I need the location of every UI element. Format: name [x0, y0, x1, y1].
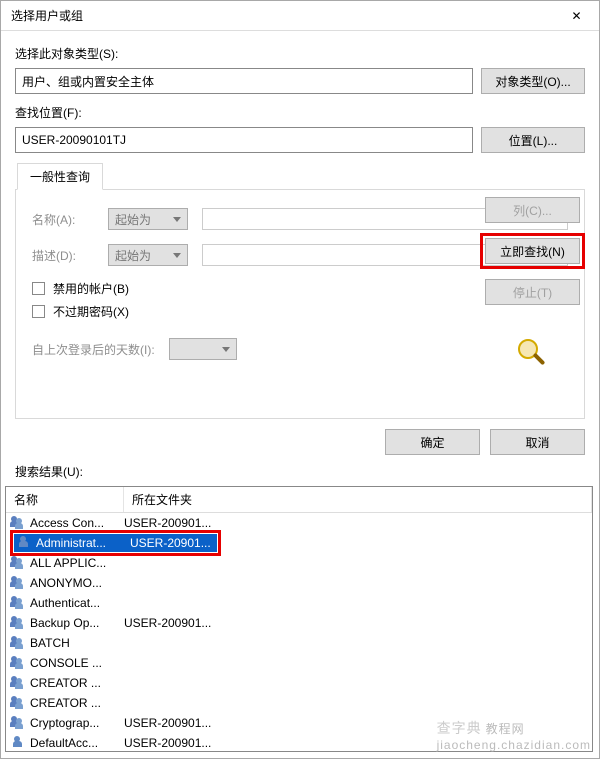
- object-type-input[interactable]: [15, 68, 473, 94]
- result-name: ALL APPLIC...: [30, 556, 124, 570]
- result-name: Backup Op...: [30, 616, 124, 630]
- side-buttons: 列(C)... 立即查找(N) 停止(T): [480, 197, 585, 367]
- list-item[interactable]: Cryptograp...USER-200901...: [6, 713, 592, 733]
- window-title: 选择用户或组: [11, 7, 554, 24]
- location-input[interactable]: [15, 127, 473, 153]
- checkbox-icon: [32, 282, 45, 295]
- group-icon: [10, 516, 26, 530]
- col-header-name[interactable]: 名称: [6, 487, 124, 512]
- result-name: CREATOR ...: [30, 676, 124, 690]
- non-expiring-label: 不过期密码(X): [53, 303, 129, 320]
- locations-button[interactable]: 位置(L)...: [481, 127, 585, 153]
- disabled-accounts-label: 禁用的帐户(B): [53, 280, 129, 297]
- group-icon: [10, 576, 26, 590]
- list-item[interactable]: DefaultAcc...USER-200901...: [6, 733, 592, 752]
- result-name: ANONYMO...: [30, 576, 124, 590]
- list-item[interactable]: ALL APPLIC...: [6, 553, 592, 573]
- object-types-button[interactable]: 对象类型(O)...: [481, 68, 585, 94]
- result-name: DefaultAcc...: [30, 736, 124, 750]
- group-icon: [10, 636, 26, 650]
- result-name: BATCH: [30, 636, 124, 650]
- result-name: Authenticat...: [30, 596, 124, 610]
- results-header: 名称 所在文件夹: [6, 487, 592, 513]
- list-item[interactable]: Administrat...USER-20901...: [6, 533, 592, 553]
- group-icon: [10, 716, 26, 730]
- result-name: Cryptograp...: [30, 716, 124, 730]
- name-filter-label: 名称(A):: [32, 211, 94, 228]
- name-mode-select[interactable]: 起始为: [108, 208, 188, 230]
- stop-button[interactable]: 停止(T): [485, 279, 580, 305]
- result-name: Access Con...: [30, 516, 124, 530]
- desc-mode-select[interactable]: 起始为: [108, 244, 188, 266]
- chevron-down-icon: [173, 253, 181, 258]
- group-icon: [10, 656, 26, 670]
- result-folder: USER-200901...: [124, 716, 592, 730]
- col-header-folder[interactable]: 所在文件夹: [124, 487, 592, 512]
- location-label: 查找位置(F):: [15, 104, 585, 121]
- desc-filter-label: 描述(D):: [32, 247, 94, 264]
- chevron-down-icon: [222, 347, 230, 352]
- list-item[interactable]: Authenticat...: [6, 593, 592, 613]
- results-body[interactable]: Access Con...USER-200901...Administrat..…: [6, 513, 592, 752]
- group-icon: [10, 696, 26, 710]
- list-item[interactable]: CREATOR ...: [6, 693, 592, 713]
- list-item[interactable]: Backup Op...USER-200901...: [6, 613, 592, 633]
- location-row: 位置(L)...: [15, 127, 585, 153]
- result-name: Administrat...: [36, 536, 130, 550]
- dialog-button-row: 确定 取消: [1, 419, 599, 461]
- ok-button[interactable]: 确定: [385, 429, 480, 455]
- result-folder: USER-200901...: [124, 736, 592, 750]
- user-icon: [10, 736, 26, 750]
- list-item[interactable]: CONSOLE ...: [6, 653, 592, 673]
- object-type-label: 选择此对象类型(S):: [15, 45, 585, 62]
- tab-common-queries[interactable]: 一般性查询: [17, 163, 103, 190]
- result-name: CREATOR ...: [30, 696, 124, 710]
- user-icon: [16, 536, 32, 550]
- name-mode-value: 起始为: [115, 211, 151, 228]
- result-folder: USER-20901...: [130, 536, 217, 550]
- group-icon: [10, 676, 26, 690]
- result-name: CONSOLE ...: [30, 656, 124, 670]
- result-folder: USER-200901...: [124, 516, 592, 530]
- group-icon: [10, 616, 26, 630]
- dialog-window: 选择用户或组 ✕ 选择此对象类型(S): 对象类型(O)... 查找位置(F):…: [0, 0, 600, 759]
- find-now-highlight: 立即查找(N): [480, 233, 585, 269]
- columns-button[interactable]: 列(C)...: [485, 197, 580, 223]
- cancel-button[interactable]: 取消: [490, 429, 585, 455]
- result-folder: USER-200901...: [124, 616, 592, 630]
- chevron-down-icon: [173, 217, 181, 222]
- search-results-label: 搜索结果(U):: [1, 461, 599, 486]
- object-type-row: 对象类型(O)...: [15, 68, 585, 94]
- selection-highlight: Administrat...USER-20901...: [10, 530, 221, 556]
- close-button[interactable]: ✕: [554, 1, 599, 30]
- list-item[interactable]: CREATOR ...: [6, 673, 592, 693]
- days-select[interactable]: [169, 338, 237, 360]
- titlebar: 选择用户或组 ✕: [1, 1, 599, 31]
- days-label: 自上次登录后的天数(I):: [32, 341, 155, 358]
- results-list: 名称 所在文件夹 Access Con...USER-200901...Admi…: [5, 486, 593, 752]
- checkbox-icon: [32, 305, 45, 318]
- find-now-button[interactable]: 立即查找(N): [485, 238, 580, 264]
- list-item[interactable]: BATCH: [6, 633, 592, 653]
- list-item[interactable]: ANONYMO...: [6, 573, 592, 593]
- desc-mode-value: 起始为: [115, 247, 151, 264]
- group-icon: [10, 556, 26, 570]
- group-icon: [10, 596, 26, 610]
- magnifier-icon: [514, 339, 552, 367]
- close-icon: ✕: [571, 9, 581, 23]
